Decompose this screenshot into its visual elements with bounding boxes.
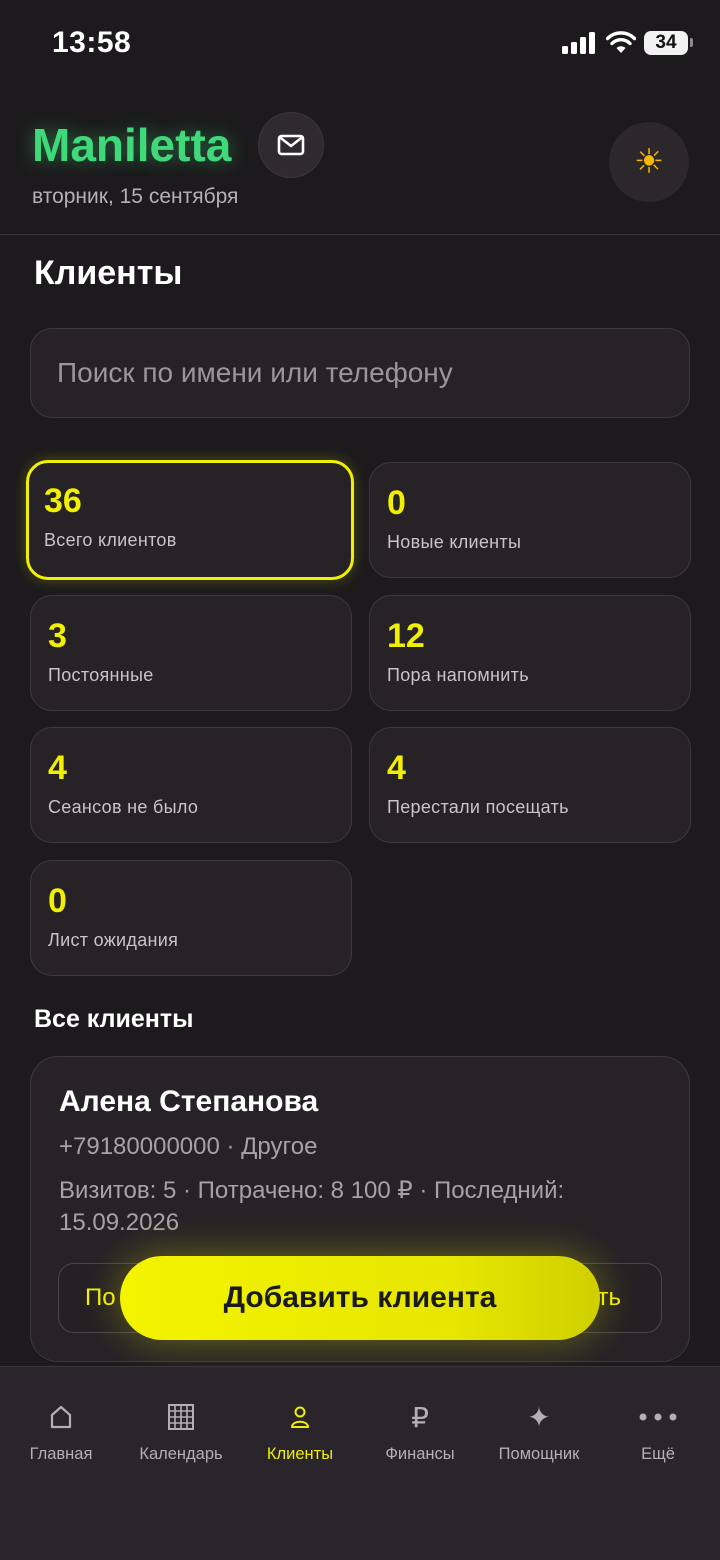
messages-button[interactable]	[258, 112, 324, 178]
stat-label: Новые клиенты	[387, 532, 522, 553]
more-icon	[598, 1397, 718, 1437]
stat-card-new-clients[interactable]: 0 Новые клиенты	[369, 462, 691, 578]
tab-assistant[interactable]: ✦ Помощник	[479, 1397, 599, 1464]
status-time: 13:58	[52, 26, 132, 59]
tab-calendar[interactable]: Календарь	[121, 1397, 241, 1464]
theme-toggle-button[interactable]: ☀	[609, 122, 689, 202]
page-title: Клиенты	[34, 254, 183, 292]
stat-card-waiting-list[interactable]: 0 Лист ожидания	[30, 860, 352, 976]
tab-bar: Главная Календарь Клиенты ₽ Финансы ✦ По…	[0, 1366, 720, 1560]
tab-label: Календарь	[139, 1445, 223, 1463]
current-date: вторник, 15 сентября	[32, 185, 239, 208]
tab-clients[interactable]: Клиенты	[240, 1397, 360, 1464]
tab-label: Главная	[29, 1445, 93, 1463]
sun-icon: ☀	[633, 143, 665, 181]
battery-icon: 34	[644, 31, 688, 55]
tab-label: Клиенты	[266, 1445, 334, 1463]
status-bar: 13:58 34	[0, 0, 720, 90]
search-input[interactable]: Поиск по имени или телефону	[30, 328, 690, 418]
stat-card-total-clients[interactable]: 36 Всего клиентов	[26, 460, 354, 580]
stat-label: Всего клиентов	[44, 530, 177, 551]
stat-value: 3	[48, 617, 67, 655]
section-title: Все клиенты	[34, 1005, 194, 1033]
tab-home[interactable]: Главная	[1, 1397, 121, 1464]
tab-label: Ещё	[641, 1445, 675, 1463]
sparkle-icon: ✦	[527, 1401, 551, 1433]
stat-card-remind[interactable]: 12 Пора напомнить	[369, 595, 691, 711]
stat-card-regular[interactable]: 3 Постоянные	[30, 595, 352, 711]
tab-label: Финансы	[385, 1445, 455, 1463]
home-icon	[1, 1397, 121, 1437]
tab-label: Помощник	[498, 1445, 580, 1463]
brand-title: Maniletta	[32, 119, 232, 171]
stat-card-no-sessions[interactable]: 4 Сеансов не было	[30, 727, 352, 843]
stat-value: 0	[48, 882, 67, 920]
stat-label: Сеансов не было	[48, 797, 199, 818]
stat-value: 4	[48, 749, 67, 787]
tab-more[interactable]: Ещё	[598, 1397, 718, 1464]
ruble-icon: ₽	[411, 1401, 429, 1433]
client-contact: +79180000000 · Другое	[59, 1133, 318, 1160]
clients-icon	[240, 1397, 360, 1437]
battery-tip	[690, 38, 693, 47]
stat-value: 36	[44, 482, 82, 520]
client-name: Алена Степанова	[59, 1085, 319, 1118]
stat-label: Лист ожидания	[48, 930, 179, 951]
wifi-icon	[606, 31, 636, 53]
stat-label: Постоянные	[48, 665, 154, 686]
cellular-signal-icon	[562, 32, 595, 54]
stat-value: 12	[387, 617, 425, 655]
header-divider	[0, 234, 720, 235]
add-client-button[interactable]: Добавить клиента	[120, 1256, 600, 1340]
stat-value: 4	[387, 749, 406, 787]
stat-card-stopped-visiting[interactable]: 4 Перестали посещать	[369, 727, 691, 843]
calendar-icon	[121, 1397, 241, 1437]
stat-label: Пора напомнить	[387, 665, 529, 686]
client-stats: Визитов: 5 · Потрачено: 8 100 ₽ · Послед…	[59, 1177, 565, 1236]
mail-icon	[277, 134, 305, 156]
stat-value: 0	[387, 484, 406, 522]
stat-label: Перестали посещать	[387, 797, 569, 818]
tab-finance[interactable]: ₽ Финансы	[360, 1397, 480, 1464]
